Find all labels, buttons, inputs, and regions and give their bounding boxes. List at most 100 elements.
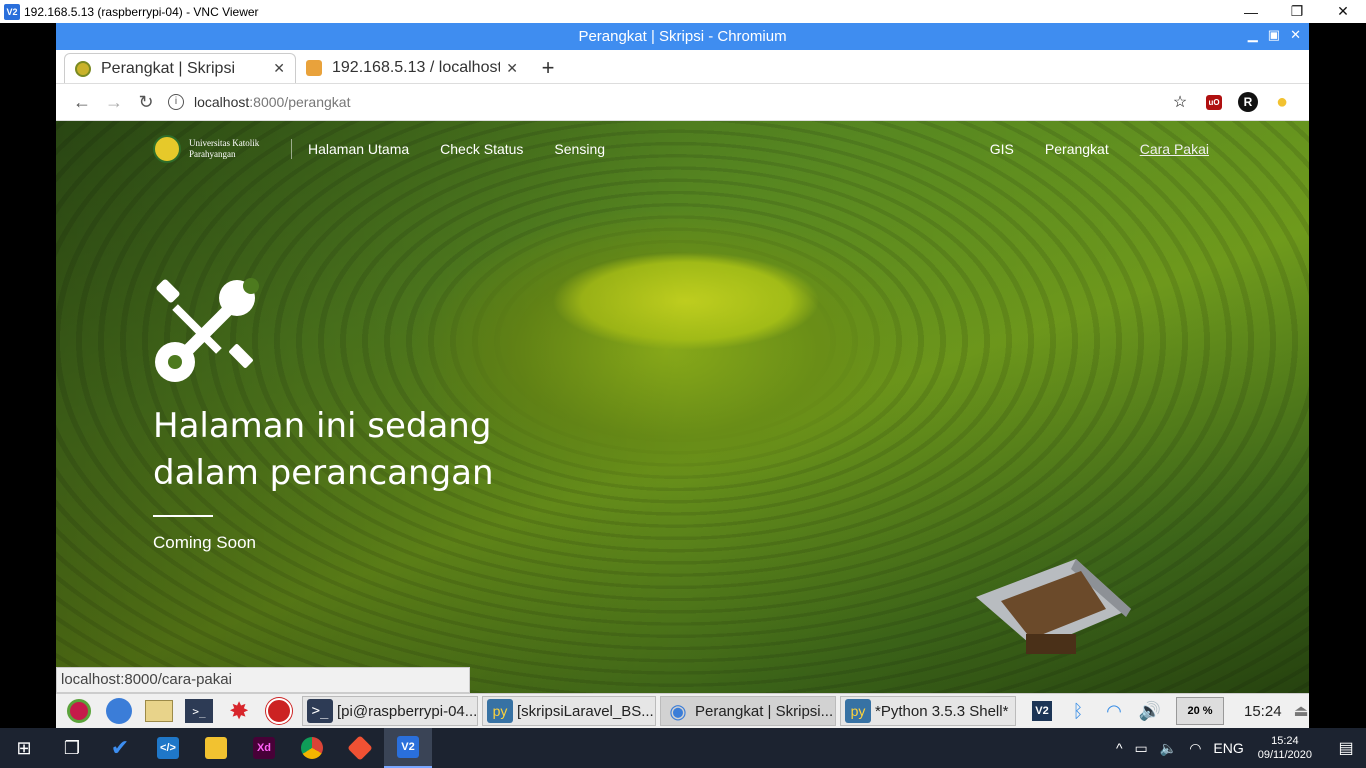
browser-toolbar: ← → ↻ i localhost:8000/perangkat ☆ uO R …: [56, 84, 1309, 121]
adobe-xd-icon[interactable]: Xd: [240, 728, 288, 768]
nav-sensing[interactable]: Sensing: [554, 141, 605, 157]
yellow-extension-icon[interactable]: ●: [1265, 90, 1299, 114]
tab-strip: Perangkat | Skripsi ✕ 192.168.5.13 / loc…: [56, 50, 1309, 84]
bookmark-star-icon[interactable]: ☆: [1163, 90, 1197, 114]
tab-phpmyadmin[interactable]: 192.168.5.13 / localhost ✕: [296, 53, 528, 83]
nav-halaman-utama[interactable]: Halaman Utama: [308, 141, 409, 157]
task-label: Perangkat | Skripsi...: [695, 702, 834, 720]
link-status-bubble: localhost:8000/cara-pakai: [56, 667, 470, 693]
task-label: [pi@raspberrypi-04...: [337, 702, 478, 720]
rpi-system-tray: V2 ᛒ ◠ 🔊 20 % 15:24 ⏏: [1024, 697, 1309, 725]
ublock-label: uO: [1206, 94, 1222, 110]
r-extension-icon[interactable]: R: [1231, 90, 1265, 114]
windows-tray: ^ ▭ 🔈 ◠ ENG 15:24 09/11/2020 ▤: [1110, 734, 1366, 762]
chrome-icon[interactable]: [288, 728, 336, 768]
python-icon: py: [845, 699, 871, 723]
wrench-screwdriver-icon: [155, 278, 259, 382]
task-label: *Python 3.5.3 Shell*: [875, 702, 1009, 720]
heading-underline: [153, 515, 213, 517]
site-logo[interactable]: Universitas Katolik Parahyangan: [153, 135, 279, 163]
tab-close-icon[interactable]: ✕: [506, 60, 518, 77]
raspberry-taskbar: >_ ✸ >_ [pi@raspberrypi-04... py [skrips…: [56, 693, 1309, 728]
chromium-maximize-button[interactable]: ▣: [1268, 27, 1280, 43]
network-icon[interactable]: ◠: [1189, 740, 1201, 757]
cpu-usage-monitor: 20 %: [1176, 697, 1224, 725]
unpar-favicon-icon: [75, 60, 91, 77]
eject-icon[interactable]: ⏏: [1294, 701, 1309, 721]
phpmyadmin-favicon-icon: [306, 60, 322, 76]
bluetooth-icon[interactable]: ᛒ: [1060, 701, 1096, 722]
url-path: :8000/perangkat: [249, 94, 351, 110]
windows-clock[interactable]: 15:24 09/11/2020: [1258, 734, 1312, 762]
hero-section: Halaman ini sedang dalam perancangan Com…: [153, 278, 513, 553]
tab-close-icon[interactable]: ✕: [273, 60, 285, 77]
file-manager-launcher-icon[interactable]: [142, 696, 176, 726]
python-icon: py: [487, 699, 513, 723]
file-explorer-icon[interactable]: [192, 728, 240, 768]
vnc-viewer-icon[interactable]: V2: [384, 728, 432, 768]
site-navbar: Universitas Katolik Parahyangan Halaman …: [153, 133, 1209, 165]
git-icon[interactable]: [336, 728, 384, 768]
close-button[interactable]: ✕: [1320, 0, 1366, 23]
ublock-extension-icon[interactable]: uO: [1197, 90, 1231, 114]
speaker-icon[interactable]: 🔈: [1160, 740, 1177, 757]
address-bar[interactable]: i localhost:8000/perangkat: [168, 94, 1163, 110]
chromium-minimize-button[interactable]: ▁: [1248, 27, 1258, 43]
reload-button[interactable]: ↻: [130, 92, 162, 113]
tab-label: 192.168.5.13 / localhost: [332, 59, 501, 76]
clock-time: 15:24: [1271, 735, 1299, 747]
web-browser-launcher-icon[interactable]: [102, 696, 136, 726]
coming-soon-text: Coming Soon: [153, 533, 257, 552]
forward-button[interactable]: →: [98, 92, 130, 113]
vnc-titlebar: V2 192.168.5.13 (raspberrypi-04) - VNC V…: [0, 0, 1366, 23]
nav-divider: [291, 139, 292, 159]
raspberry-menu-icon[interactable]: [62, 696, 96, 726]
show-hidden-icons-icon[interactable]: ^: [1116, 740, 1123, 756]
task-skripsi-laravel[interactable]: py [skripsiLaravel_BS...: [482, 696, 656, 726]
clock-date: 09/11/2020: [1257, 749, 1312, 761]
input-language[interactable]: ENG: [1213, 740, 1243, 756]
chromium-icon: ◉: [669, 700, 687, 723]
volume-icon[interactable]: 🔊: [1132, 701, 1168, 722]
task-python-shell[interactable]: py *Python 3.5.3 Shell*: [840, 696, 1016, 726]
math-kernel-launcher-icon[interactable]: ✸: [222, 696, 256, 726]
url-host: localhost: [194, 94, 250, 110]
vnc-server-icon[interactable]: V2: [1024, 701, 1060, 721]
nav-cara-pakai[interactable]: Cara Pakai: [1140, 141, 1209, 157]
chromium-window: Perangkat | Skripsi - Chromium ▁ ▣ ✕ Per…: [56, 23, 1309, 693]
new-tab-button[interactable]: +: [528, 53, 568, 83]
chromium-window-title: Perangkat | Skripsi - Chromium: [578, 28, 787, 45]
chromium-titlebar: Perangkat | Skripsi - Chromium ▁ ▣ ✕: [56, 23, 1309, 50]
task-view-icon[interactable]: ❐: [48, 728, 96, 768]
hut-image: [976, 559, 1131, 654]
nav-perangkat[interactable]: Perangkat: [1045, 141, 1109, 157]
vnc-window-title: 192.168.5.13 (raspberrypi-04) - VNC View…: [24, 4, 259, 19]
terminal-icon: >_: [307, 699, 333, 723]
terminal-launcher-icon[interactable]: >_: [182, 696, 216, 726]
task-terminal[interactable]: >_ [pi@raspberrypi-04...: [302, 696, 478, 726]
rpi-clock[interactable]: 15:24: [1244, 703, 1282, 720]
r-extension-label: R: [1238, 92, 1258, 112]
battery-icon[interactable]: ▭: [1135, 740, 1148, 757]
chromium-close-button[interactable]: ✕: [1290, 27, 1301, 43]
nav-gis[interactable]: GIS: [990, 141, 1014, 157]
minimize-button[interactable]: —: [1228, 0, 1274, 23]
task-chromium[interactable]: ◉ Perangkat | Skripsi...: [660, 696, 836, 726]
windows-start-icon[interactable]: ⊞: [0, 728, 48, 768]
restore-button[interactable]: ❐: [1274, 0, 1320, 23]
vnc-logo-icon: V2: [4, 3, 20, 20]
university-name: Universitas Katolik Parahyangan: [189, 138, 260, 159]
tab-perangkat[interactable]: Perangkat | Skripsi ✕: [64, 53, 296, 83]
wolfram-launcher-icon[interactable]: [262, 696, 296, 726]
task-label: [skripsiLaravel_BS...: [517, 702, 654, 720]
back-button[interactable]: ←: [66, 92, 98, 113]
wifi-icon[interactable]: ◠: [1096, 701, 1132, 722]
nav-check-status[interactable]: Check Status: [440, 141, 523, 157]
page-content: Universitas Katolik Parahyangan Halaman …: [56, 121, 1309, 693]
notification-center-icon[interactable]: ▤: [1326, 738, 1366, 758]
todo-app-icon[interactable]: ✔: [96, 728, 144, 768]
site-info-icon[interactable]: i: [168, 94, 184, 110]
tab-label: Perangkat | Skripsi: [101, 59, 235, 77]
vscode-icon[interactable]: </>: [144, 728, 192, 768]
windows-taskbar: ⊞ ❐ ✔ </> Xd V2 ^ ▭ 🔈 ◠ ENG 15:24 09/11/…: [0, 728, 1366, 768]
